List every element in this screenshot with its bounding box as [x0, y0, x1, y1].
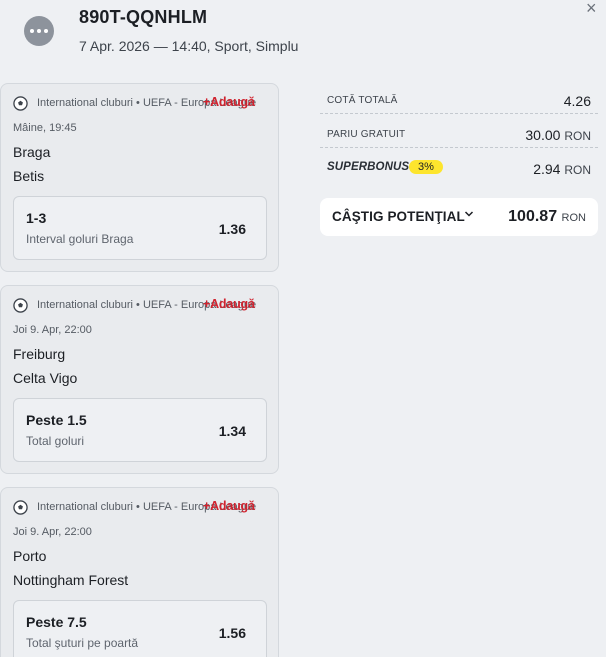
bet-card: International cluburi • UEFA - Europa Le…	[0, 83, 279, 272]
selection-odd: 1.36	[218, 221, 246, 237]
ticket-header: 890T-QQNHLM 7 Apr. 2026 — 14:40, Sport, …	[0, 0, 606, 80]
add-button[interactable]: +Adaugă	[203, 499, 255, 513]
market-name: Total şuturi pe poartă	[26, 636, 139, 650]
market-name: Total goluri	[26, 434, 85, 448]
bet-card: International cluburi • UEFA - Europa Le…	[0, 285, 279, 474]
selection-name: Peste 1.5	[26, 412, 87, 428]
more-dots-icon[interactable]	[24, 16, 54, 46]
ticket-id: 890T-QQNHLM	[79, 7, 208, 27]
close-icon[interactable]: ×	[586, 0, 597, 17]
selection-name: Peste 7.5	[26, 614, 87, 630]
superbonus-value: 2.94 RON	[533, 161, 591, 177]
selection-box[interactable]: Peste 7.5 Total şuturi pe poartă 1.56	[13, 600, 267, 657]
add-button[interactable]: +Adaugă	[203, 297, 255, 311]
home-team: Freiburg	[13, 346, 66, 362]
free-bet-label: PARIU GRATUIT	[327, 129, 406, 140]
currency-label: RON	[564, 163, 591, 177]
superbonus-row: SUPERBONUS 3% 2.94 RON	[320, 154, 598, 182]
away-team: Betis	[13, 168, 45, 184]
bet-card: International cluburi • UEFA - Europa Le…	[0, 487, 279, 657]
currency-label: RON	[564, 129, 591, 143]
home-team: Porto	[13, 548, 47, 564]
selection-box[interactable]: Peste 1.5 Total goluri 1.34	[13, 398, 267, 462]
free-bet-row: PARIU GRATUIT 30.00 RON	[320, 120, 598, 148]
event-datetime: Joi 9. Apr, 22:00	[13, 324, 92, 336]
ticket-meta: 7 Apr. 2026 — 14:40, Sport, Simplu	[79, 38, 299, 54]
add-button[interactable]: +Adaugă	[203, 95, 255, 109]
home-team: Braga	[13, 144, 51, 160]
selection-odd: 1.56	[218, 625, 246, 641]
superbonus-label: SUPERBONUS	[327, 161, 410, 173]
event-datetime: Mâine, 19:45	[13, 122, 77, 134]
soccer-ball-icon	[13, 96, 28, 111]
away-team: Celta Vigo	[13, 370, 78, 386]
free-bet-value: 30.00 RON	[525, 127, 591, 143]
total-odds-label: COTĂ TOTALĂ	[327, 95, 398, 106]
market-name: Interval goluri Braga	[26, 232, 134, 246]
potential-win-toggle[interactable]: CÂŞTIG POTENŢIAL 100.87 RON	[320, 198, 598, 236]
total-odds-row: COTĂ TOTALĂ 4.26	[320, 86, 598, 114]
currency-label: RON	[561, 212, 586, 224]
away-team: Nottingham Forest	[13, 572, 129, 588]
event-datetime: Joi 9. Apr, 22:00	[13, 526, 92, 538]
selection-name: 1-3	[26, 210, 47, 226]
potential-win-value: 100.87 RON	[508, 208, 586, 225]
superbonus-badge: 3%	[409, 160, 443, 174]
soccer-ball-icon	[13, 298, 28, 313]
potential-win-label: CÂŞTIG POTENŢIAL	[332, 209, 465, 224]
soccer-ball-icon	[13, 500, 28, 515]
chevron-down-icon	[464, 211, 474, 217]
total-odds-value: 4.26	[563, 93, 591, 109]
selection-box[interactable]: 1-3 Interval goluri Braga 1.36	[13, 196, 267, 260]
selection-odd: 1.34	[218, 423, 246, 439]
